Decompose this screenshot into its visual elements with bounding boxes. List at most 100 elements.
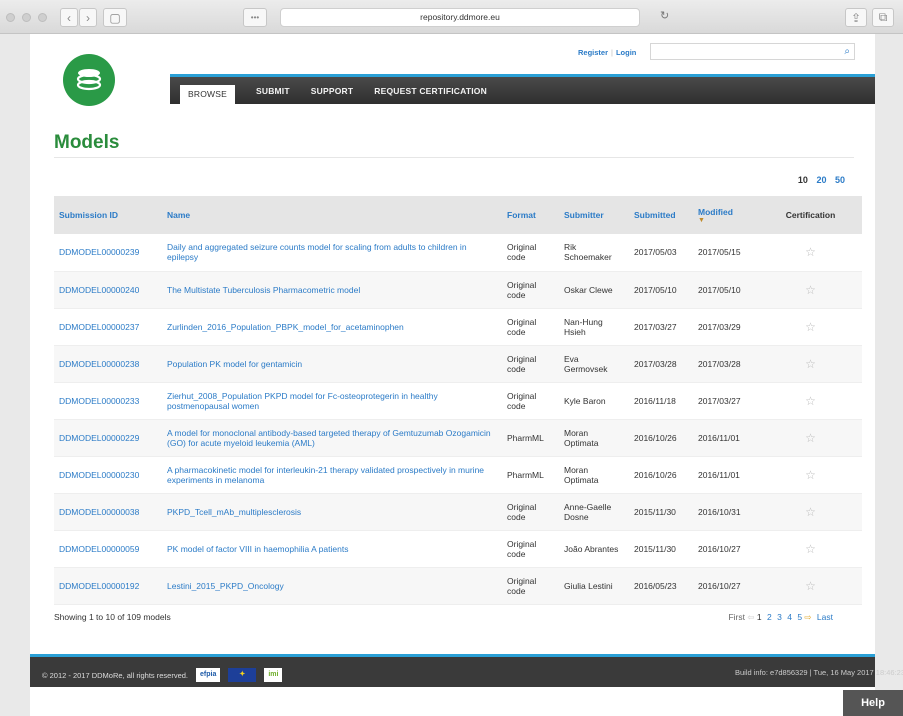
tab-support[interactable]: SUPPORT [311, 86, 354, 96]
share-icon[interactable]: ⇪ [845, 8, 867, 27]
tab-request-certification[interactable]: REQUEST CERTIFICATION [374, 86, 487, 96]
col-modified[interactable]: Modified ▼ [693, 196, 759, 234]
certification-star-icon[interactable]: ☆ [759, 271, 862, 309]
search-input[interactable]: ⌕ [650, 43, 855, 60]
submission-id-link[interactable]: DDMODEL00000059 [54, 530, 162, 568]
submission-id-link[interactable]: DDMODEL00000229 [54, 419, 162, 457]
model-name-link[interactable]: Zurlinden_2016_Population_PBPK_model_for… [162, 308, 502, 346]
next-arrow-icon[interactable]: ⇨ [804, 612, 811, 622]
certification-star-icon[interactable]: ☆ [759, 567, 862, 605]
pager-page-3[interactable]: 3 [777, 612, 782, 622]
pager-page-1: 1 [756, 612, 762, 622]
main-nav: BROWSE SUBMIT SUPPORT REQUEST CERTIFICAT… [170, 74, 875, 104]
certification-star-icon[interactable]: ☆ [759, 345, 862, 383]
table-row: DDMODEL00000240 The Multistate Tuberculos… [54, 271, 862, 309]
col-name[interactable]: Name [162, 196, 502, 234]
model-name-link[interactable]: PK model of factor VIII in haemophilia A… [162, 530, 502, 568]
reload-icon[interactable]: ↻ [660, 9, 669, 22]
ddmore-logo[interactable] [63, 54, 115, 106]
window-controls[interactable] [6, 13, 47, 22]
modified-cell: 2016/10/27 [693, 530, 759, 568]
table-row: DDMODEL00000230 A pharmacokinetic model f… [54, 456, 862, 494]
submission-id-link[interactable]: DDMODEL00000233 [54, 382, 162, 420]
pager-page-5[interactable]: 5 [797, 612, 802, 622]
certification-star-icon[interactable]: ☆ [759, 234, 862, 272]
model-name-link[interactable]: Lestini_2015_PKPD_Oncology [162, 567, 502, 605]
model-name-link[interactable]: A model for monoclonal antibody-based ta… [162, 419, 502, 457]
imi-logo[interactable]: imi [264, 668, 283, 682]
submitted-cell: 2016/05/23 [629, 567, 693, 605]
help-button[interactable]: Help [843, 690, 903, 716]
table-row: DDMODEL00000059 PK model of factor VIII i… [54, 530, 862, 568]
model-name-link[interactable]: Daily and aggregated seizure counts mode… [162, 234, 502, 272]
format-cell: Original code [502, 567, 559, 605]
submission-id-link[interactable]: DDMODEL00000192 [54, 567, 162, 605]
submission-id-link[interactable]: DDMODEL00000038 [54, 493, 162, 531]
results-count: Showing 1 to 10 of 109 models [54, 612, 171, 622]
model-name-link[interactable]: A pharmacokinetic model for interleukin-… [162, 456, 502, 494]
submitted-cell: 2017/03/27 [629, 308, 693, 346]
tabs-icon[interactable]: ⧉ [872, 8, 894, 27]
submission-id-link[interactable]: DDMODEL00000237 [54, 308, 162, 346]
format-cell: Original code [502, 308, 559, 346]
submitted-cell: 2015/11/30 [629, 493, 693, 531]
model-name-link[interactable]: PKPD_Tcell_mAb_multiplesclerosis [162, 493, 502, 531]
tab-submit[interactable]: SUBMIT [256, 86, 290, 96]
col-submitter[interactable]: Submitter [559, 196, 629, 234]
model-name-link[interactable]: Zierhut_2008_Population PKPD model for F… [162, 382, 502, 420]
format-cell: Original code [502, 271, 559, 309]
modified-cell: 2016/10/31 [693, 493, 759, 531]
modified-cell: 2017/05/15 [693, 234, 759, 272]
col-submission-id[interactable]: Submission ID [54, 196, 162, 234]
extensions-icon[interactable]: ••• [243, 8, 267, 27]
certification-star-icon[interactable]: ☆ [759, 530, 862, 568]
per-page-20[interactable]: 20 [816, 175, 826, 185]
submitted-cell: 2017/05/10 [629, 271, 693, 309]
certification-star-icon[interactable]: ☆ [759, 493, 862, 531]
submitted-cell: 2017/03/28 [629, 345, 693, 383]
col-submitted[interactable]: Submitted [629, 196, 693, 234]
certification-star-icon[interactable]: ☆ [759, 419, 862, 457]
model-name-link[interactable]: The Multistate Tuberculosis Pharmacometr… [162, 271, 502, 309]
search-icon[interactable]: ⌕ [844, 46, 850, 57]
pagination: First ⇦ 1 2 3 4 5 ⇨ Last [728, 612, 833, 623]
browser-toolbar: ‹ › ▢ ••• repository.ddmore.eu ↻ ⇪ ⧉ [0, 0, 903, 34]
certification-star-icon[interactable]: ☆ [759, 456, 862, 494]
submitter-cell: Nan-Hung Hsieh [559, 308, 629, 346]
format-cell: Original code [502, 345, 559, 383]
certification-star-icon[interactable]: ☆ [759, 308, 862, 346]
back-button[interactable]: ‹ [60, 8, 78, 27]
table-row: DDMODEL00000239 Daily and aggregated seiz… [54, 234, 862, 272]
submission-id-link[interactable]: DDMODEL00000240 [54, 271, 162, 309]
pager-last[interactable]: Last [817, 612, 833, 622]
submitted-cell: 2016/10/26 [629, 419, 693, 457]
table-row: DDMODEL00000038 PKPD_Tcell_mAb_multiplesc… [54, 493, 862, 531]
submission-id-link[interactable]: DDMODEL00000238 [54, 345, 162, 383]
register-link[interactable]: Register [578, 48, 608, 57]
modified-cell: 2017/03/27 [693, 382, 759, 420]
submitter-cell: Anne-Gaelle Dosne [559, 493, 629, 531]
per-page-50[interactable]: 50 [835, 175, 845, 185]
sidebar-icon[interactable]: ▢ [103, 8, 127, 27]
format-cell: PharmML [502, 456, 559, 494]
col-format[interactable]: Format [502, 196, 559, 234]
submission-id-link[interactable]: DDMODEL00000239 [54, 234, 162, 272]
address-bar[interactable]: repository.ddmore.eu [280, 8, 640, 27]
tab-browse[interactable]: BROWSE [180, 85, 235, 104]
format-cell: Original code [502, 530, 559, 568]
pager-page-2[interactable]: 2 [767, 612, 772, 622]
table-row: DDMODEL00000192 Lestini_2015_PKPD_Oncolog… [54, 567, 862, 605]
login-link[interactable]: Login [616, 48, 636, 57]
pager-first[interactable]: First [728, 612, 745, 622]
per-page-10[interactable]: 10 [798, 175, 808, 185]
efpia-logo[interactable]: efpia [196, 668, 221, 682]
submitter-cell: Moran Optimata [559, 419, 629, 457]
per-page-selector: 10 20 50 [792, 175, 845, 185]
eu-flag-logo[interactable]: ✦ [228, 668, 257, 682]
model-name-link[interactable]: Population PK model for gentamicin [162, 345, 502, 383]
forward-button[interactable]: › [79, 8, 97, 27]
pager-page-4[interactable]: 4 [787, 612, 792, 622]
submission-id-link[interactable]: DDMODEL00000230 [54, 456, 162, 494]
submitter-cell: Kyle Baron [559, 382, 629, 420]
certification-star-icon[interactable]: ☆ [759, 382, 862, 420]
